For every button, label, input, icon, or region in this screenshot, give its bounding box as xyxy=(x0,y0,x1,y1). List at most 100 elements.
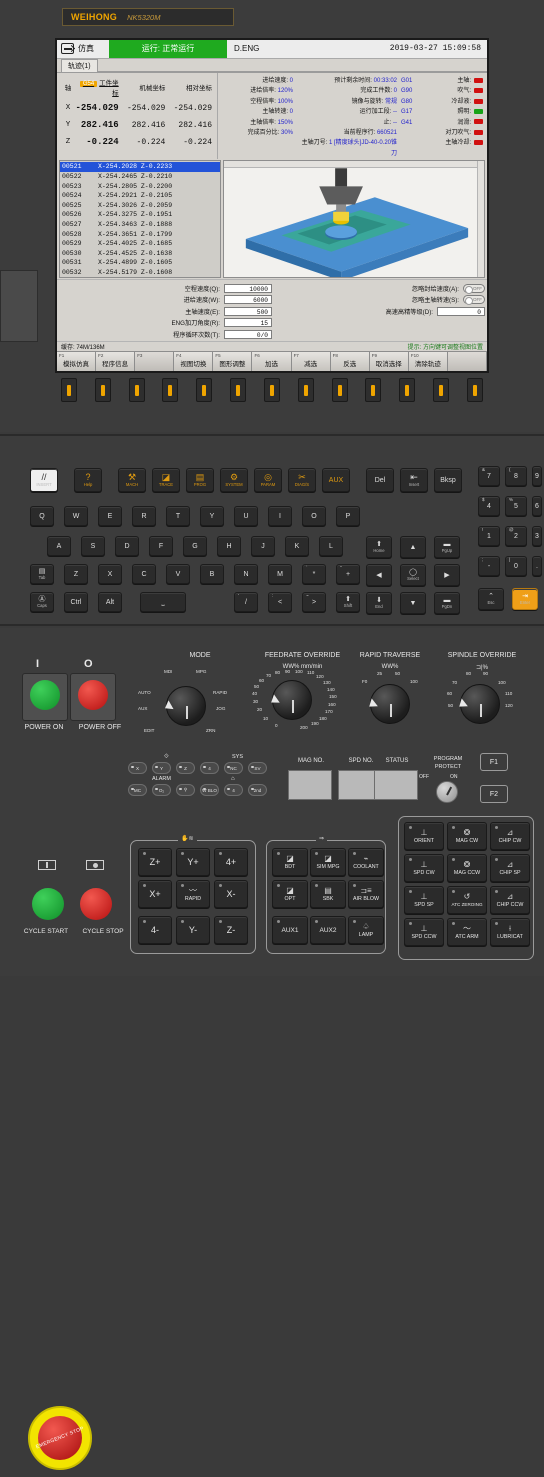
param-eng-angle-field[interactable]: 15 xyxy=(224,318,272,327)
numpad-key-6[interactable]: 6 xyxy=(532,496,542,516)
prog-key[interactable]: ▤ PROG xyxy=(186,468,214,492)
key-g[interactable]: G xyxy=(183,536,207,556)
gcode-line[interactable]: 00526X-254.3275 Z-0.1951 xyxy=(60,210,220,220)
aux-lamp[interactable]: ♤LAMP xyxy=(348,916,384,944)
fkey-f4[interactable]: F4视图切换 xyxy=(174,352,213,371)
aux-air-blow[interactable]: ⊐≡AIR BLOW xyxy=(348,880,384,908)
numpad-key-4[interactable]: $4 xyxy=(478,496,500,516)
numpad-key-3[interactable]: 3 xyxy=(532,526,542,546)
spindle-knob-dial[interactable] xyxy=(460,684,500,724)
tab-key[interactable]: ▤Tab xyxy=(30,564,54,584)
numpad-key-0[interactable]: |0 xyxy=(505,556,527,576)
jog-y-plus[interactable]: Y+ xyxy=(176,848,210,876)
fkey-f7[interactable]: F7减选 xyxy=(292,352,331,371)
key-v[interactable]: V xyxy=(166,564,190,584)
aux-bdt[interactable]: ◪BDT xyxy=(272,848,308,876)
aux-sbk[interactable]: ▤SBK xyxy=(310,880,346,908)
space-key[interactable]: ⎵ xyxy=(140,592,186,612)
alt-key[interactable]: Alt xyxy=(98,592,122,612)
key-t[interactable]: T xyxy=(166,506,190,526)
select-key[interactable]: ◯Select xyxy=(400,564,426,586)
fkey-f10[interactable]: F10清除轨迹 xyxy=(409,352,448,371)
key-o[interactable]: O xyxy=(302,506,326,526)
spd-cw[interactable]: ⊥SPD CW xyxy=(404,854,444,882)
end-key[interactable]: ⬇End xyxy=(366,592,392,614)
backspace-key[interactable]: Bksp xyxy=(434,468,462,492)
aux-opt[interactable]: ◪OPT xyxy=(272,880,308,908)
fkey-f6[interactable]: F6加选 xyxy=(252,352,291,371)
aux-aux1[interactable]: AUX1 xyxy=(272,916,308,944)
key-q[interactable]: Q xyxy=(30,506,54,526)
fkey-f2[interactable]: F2程序信息 xyxy=(96,352,135,371)
ctrl-key[interactable]: Ctrl xyxy=(64,592,88,612)
atc-arm[interactable]: 〜ATC ARM xyxy=(447,918,487,946)
pgup-key[interactable]: ▬PgUp xyxy=(434,536,460,558)
gcode-line[interactable]: 00522X-254.2465 Z-0.2210 xyxy=(60,172,220,182)
param-loop-count-field[interactable]: 0/0 xyxy=(224,330,272,339)
gcode-line[interactable]: 00531X-254.4899 Z-0.1605 xyxy=(60,258,220,268)
gcode-line[interactable]: 00529X-254.4025 Z-0.1685 xyxy=(60,239,220,249)
jog-z-minus[interactable]: Z- xyxy=(214,916,248,944)
aux-coolant[interactable]: ⌁COOLANT xyxy=(348,848,384,876)
param-ignore-feed-toggle[interactable]: OFF xyxy=(463,284,485,293)
gcode-list[interactable]: 00521X-254.2028 Z-0.2233 00522X-254.2465… xyxy=(59,160,221,278)
key-slash[interactable]: '/ xyxy=(234,592,258,612)
key-w[interactable]: W xyxy=(64,506,88,526)
param-feed-speed-field[interactable]: 6000 xyxy=(224,295,272,304)
rapid-knob-dial[interactable] xyxy=(370,684,410,724)
jog-4-minus[interactable]: 4- xyxy=(138,916,172,944)
toolpath-3d-view[interactable] xyxy=(223,160,485,278)
arrow-left-key[interactable]: ◀ xyxy=(366,564,392,586)
numpad-key-1[interactable]: !1 xyxy=(478,526,500,546)
param-spindle-speed-field[interactable]: 500 xyxy=(224,307,272,316)
insert-mode-key[interactable]: ⇤ Insert xyxy=(400,468,428,492)
key-z[interactable]: Z xyxy=(64,564,88,584)
param-rapid-speed-field[interactable]: 10000 xyxy=(224,284,272,293)
jog-x-minus[interactable]: X- xyxy=(214,880,248,908)
key-h[interactable]: H xyxy=(217,536,241,556)
spd-sp[interactable]: ⊥SPD SP xyxy=(404,886,444,914)
mag-cw[interactable]: ❂MAG CW xyxy=(447,822,487,850)
power-off-button[interactable] xyxy=(78,680,108,710)
feedrate-knob[interactable] xyxy=(272,680,312,720)
aux-aux2[interactable]: AUX2 xyxy=(310,916,346,944)
key-p[interactable]: P xyxy=(336,506,360,526)
caps-key[interactable]: ⒶCaps xyxy=(30,592,54,612)
esc-key[interactable]: ⌃Esc xyxy=(478,588,504,610)
key-a[interactable]: A xyxy=(47,536,71,556)
jog-4-plus[interactable]: 4+ xyxy=(214,848,248,876)
key-plus[interactable]: "+ xyxy=(336,564,360,584)
key-l[interactable]: L xyxy=(319,536,343,556)
aux-key[interactable]: AUX xyxy=(322,468,350,492)
gcode-line[interactable]: 00521X-254.2028 Z-0.2233 xyxy=(60,162,220,172)
diag-key[interactable]: ✂ DIAG/S xyxy=(288,468,316,492)
gcode-line[interactable]: 00525X-254.3026 Z-0.2059 xyxy=(60,201,220,211)
chip-cw[interactable]: ⊿CHIP CW xyxy=(490,822,530,850)
param-key[interactable]: ◎ PARAM xyxy=(254,468,282,492)
mode-knob[interactable] xyxy=(166,686,206,726)
op-fkey-f2[interactable]: F2 xyxy=(480,785,508,803)
param-ignore-spindle-toggle[interactable]: OFF xyxy=(463,295,485,304)
tab-track[interactable]: 轨迹(1) xyxy=(61,59,98,72)
fkey-f8[interactable]: F8反选 xyxy=(331,352,370,371)
numpad-key-minus[interactable]: ;- xyxy=(478,556,500,576)
fkey-f3[interactable]: F3 xyxy=(135,352,174,371)
key-x[interactable]: X xyxy=(98,564,122,584)
numpad-key-2[interactable]: @2 xyxy=(505,526,527,546)
chip-ccw[interactable]: ⊿CHIP CCW xyxy=(490,886,530,914)
key-k[interactable]: K xyxy=(285,536,309,556)
gcode-line[interactable]: 00532X-254.5179 Z-0.1608 xyxy=(60,268,220,278)
key-c[interactable]: C xyxy=(132,564,156,584)
chip-sp[interactable]: ⊿CHIP SP xyxy=(490,854,530,882)
delete-key[interactable]: Del xyxy=(366,468,394,492)
aux-sim-mpg[interactable]: ◪SIM MPG xyxy=(310,848,346,876)
key-j[interactable]: J xyxy=(251,536,275,556)
program-protect-keyswitch[interactable] xyxy=(436,781,458,803)
gcode-line[interactable]: 00524X-254.2921 Z-0.2105 xyxy=(60,191,220,201)
rapid-knob[interactable] xyxy=(370,684,410,724)
emergency-stop-button[interactable]: EMERGENCY STOP xyxy=(28,1406,92,1470)
numpad-key-8[interactable]: (8 xyxy=(505,466,527,486)
pgdn-key[interactable]: ▬PgDn xyxy=(434,592,460,614)
gcode-line[interactable]: 00528X-254.3651 Z-0.1799 xyxy=(60,229,220,239)
spindle-orient[interactable]: ⊥ORIENT xyxy=(404,822,444,850)
